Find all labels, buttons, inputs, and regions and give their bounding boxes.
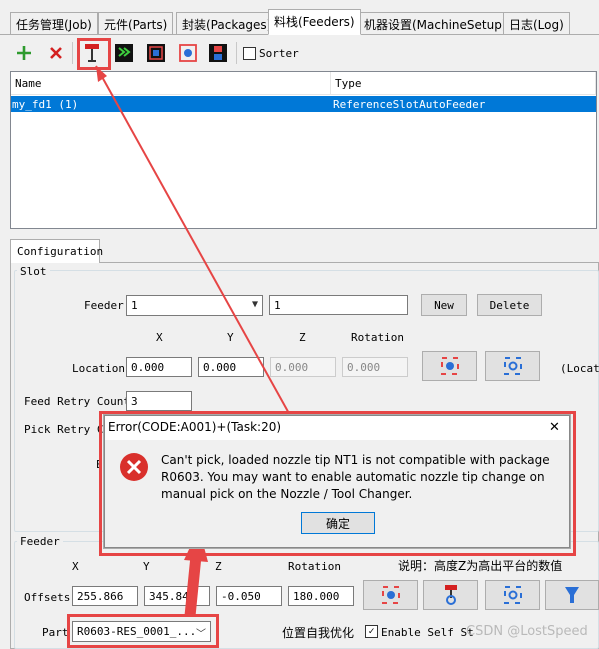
tab-feeders[interactable]: 料栈(Feeders) bbox=[268, 9, 361, 35]
ok-button[interactable]: 确定 bbox=[301, 512, 375, 534]
tab-configuration[interactable]: Configuration bbox=[10, 239, 103, 263]
dialog-title: Error(CODE:A001)+(Task:20) bbox=[105, 416, 569, 440]
error-dialog: Error(CODE:A001)+(Task:20) ✕ Can't pick,… bbox=[104, 415, 570, 548]
close-icon[interactable]: ✕ bbox=[549, 420, 560, 435]
error-icon bbox=[119, 452, 149, 485]
dialog-message: Can't pick, loaded nozzle tip NT1 is not… bbox=[161, 453, 550, 501]
watermark: CSDN @LostSpeed bbox=[466, 624, 588, 639]
